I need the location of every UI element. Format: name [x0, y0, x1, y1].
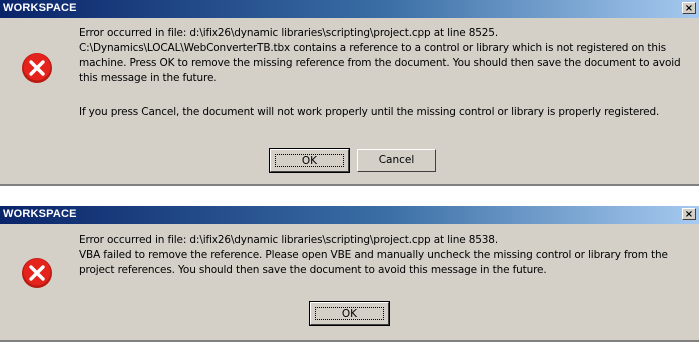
error-icon: [22, 53, 52, 83]
title-bar[interactable]: WORKSPACE ×: [0, 206, 699, 224]
title-bar[interactable]: WORKSPACE ×: [0, 0, 699, 18]
ok-button-label: OK: [315, 307, 384, 320]
error-icon: [22, 258, 52, 288]
message-line: C:\Dynamics\LOCAL\WebConverterTB.tbx con…: [79, 42, 666, 54]
cancel-button[interactable]: Cancel: [357, 149, 436, 172]
ok-button-label: OK: [275, 154, 344, 167]
dialog-title: WORKSPACE: [3, 2, 77, 14]
message-line: If you press Cancel, the document will n…: [79, 106, 660, 118]
error-dialog-1: WORKSPACE × Error occurred in file: d:\i…: [0, 0, 699, 186]
message-line: machine. Press OK to remove the missing …: [79, 57, 681, 69]
message-line: Error occurred in file: d:\ifix26\dynami…: [79, 234, 499, 246]
message-line: Error occurred in file: d:\ifix26\dynami…: [79, 27, 499, 39]
ok-button[interactable]: OK: [269, 148, 350, 173]
message-line: project references. You should then save…: [79, 264, 547, 276]
ok-button[interactable]: OK: [309, 301, 390, 326]
cancel-warning-message: If you press Cancel, the document will n…: [79, 105, 695, 120]
close-button[interactable]: ×: [682, 208, 696, 220]
message-line: VBA failed to remove the reference. Plea…: [79, 249, 668, 261]
message-line: this message in the future.: [79, 72, 217, 84]
close-button[interactable]: ×: [682, 2, 696, 14]
error-message: Error occurred in file: d:\ifix26\dynami…: [79, 26, 695, 86]
dialog-title: WORKSPACE: [3, 208, 77, 220]
error-dialog-2: WORKSPACE × Error occurred in file: d:\i…: [0, 206, 699, 342]
error-message: Error occurred in file: d:\ifix26\dynami…: [79, 233, 695, 278]
